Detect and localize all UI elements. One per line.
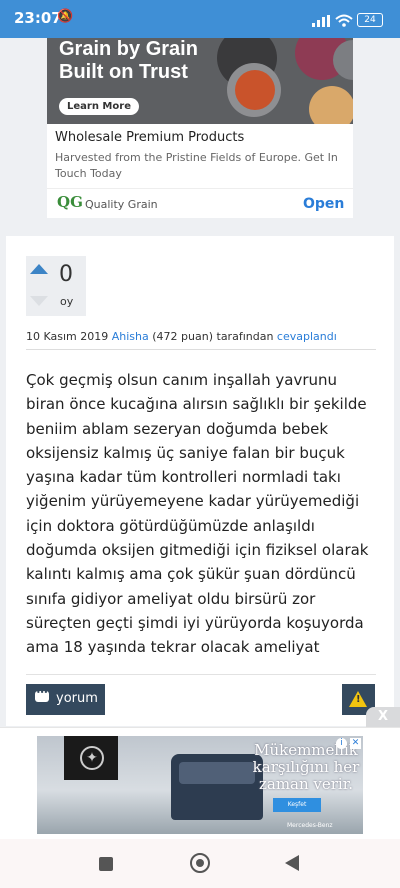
nav-square-icon[interactable] [99,857,113,871]
answer-body: Çok geçmiş olsun canım inşallah yavrunu … [26,371,369,657]
ad-headline-line2: Built on Trust [59,61,188,83]
bottom-ad-container: ✦ Mükemmellik karşılığını her zaman veri… [0,727,400,840]
status-bar: 23:07 🔕 24 [0,0,400,38]
nav-home-icon[interactable] [190,853,210,873]
answer-date: 10 Kasım 2019 [26,330,109,343]
ad-headline-line1: Grain by Grain [59,38,198,60]
learn-more-button[interactable]: Learn More [59,98,139,115]
system-nav-bar [0,839,400,888]
ad-title[interactable]: Wholesale Premium Products [55,130,244,145]
top-ad[interactable]: Grain by Grain Built on Trust Learn More… [47,38,353,218]
ad-dismiss-icon[interactable]: ✕ [350,738,361,749]
ad-brand: Quality Grain [85,198,158,211]
discover-button[interactable]: Keşfet [273,798,321,812]
vote-count: 0 [59,262,73,287]
answer-meta: 10 Kasım 2019 Ahisha (472 puan) tarafınd… [26,330,376,350]
author-points: (472 puan) [152,330,213,343]
vote-box: 0 oy [26,256,86,316]
ad-description: Harvested from the Pristine Fields of Eu… [55,151,338,180]
wifi-icon [335,12,353,31]
comment-button[interactable]: yorum [26,684,105,715]
mute-icon: 🔕 [57,9,74,24]
nav-back-icon[interactable] [285,855,299,871]
answered-link[interactable]: cevaplandı [277,330,337,343]
divider [26,674,376,675]
by-text: tarafından [216,330,274,343]
bottom-ad[interactable]: ✦ Mükemmellik karşılığını her zaman veri… [37,736,363,834]
vote-unit: oy [60,295,74,308]
author-link[interactable]: Ahisha [112,330,149,343]
ad-close-button[interactable]: X [366,707,400,727]
battery-icon: 24 [357,13,383,27]
signal-icon [312,12,330,31]
ad-brand-text: Mercedes-Benz [287,822,333,829]
open-button[interactable]: Open [303,196,344,212]
ad-footer: QG Quality Grain Open [47,188,353,219]
adchoices-icon[interactable]: i [336,738,347,749]
quality-grain-logo: QG [57,193,83,211]
ad-slogan: Mükemmellik karşılığını her zaman verir. [252,741,360,793]
downvote-icon[interactable] [30,296,48,306]
ad-banner-image[interactable]: Grain by Grain Built on Trust Learn More [47,38,353,124]
comment-icon [35,688,49,702]
answer-card: 0 oy 10 Kasım 2019 Ahisha (472 puan) tar… [6,236,394,726]
clock: 23:07 [14,9,62,27]
van-image [171,754,263,820]
upvote-icon[interactable] [30,264,48,274]
comment-label: yorum [56,691,98,706]
mercedes-logo-box: ✦ [64,736,118,780]
mercedes-star-icon: ✦ [80,746,104,770]
